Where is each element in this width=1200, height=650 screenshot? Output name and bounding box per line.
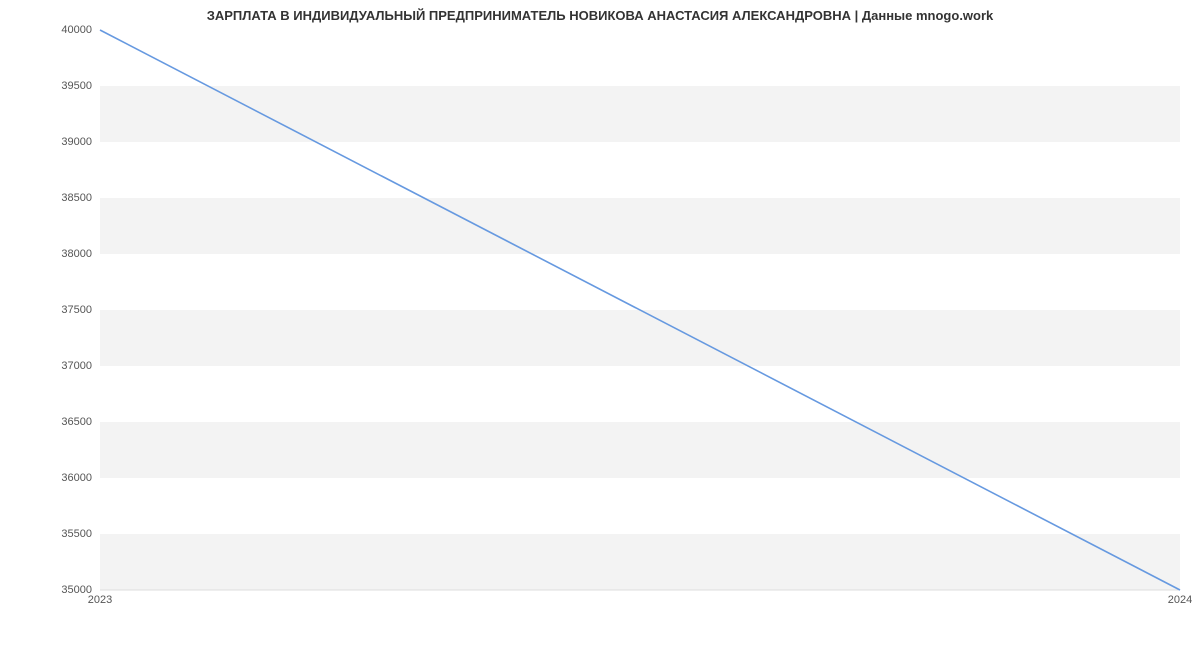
y-tick-label: 38000 bbox=[42, 248, 92, 260]
line-layer bbox=[100, 30, 1180, 590]
chart-title: ЗАРПЛАТА В ИНДИВИДУАЛЬНЫЙ ПРЕДПРИНИМАТЕЛ… bbox=[0, 8, 1200, 23]
y-tick-label: 35500 bbox=[42, 528, 92, 540]
y-tick-label: 38500 bbox=[42, 192, 92, 204]
y-tick-label: 37500 bbox=[42, 304, 92, 316]
y-tick-label: 39000 bbox=[42, 136, 92, 148]
y-tick-label: 36000 bbox=[42, 472, 92, 484]
chart-container: ЗАРПЛАТА В ИНДИВИДУАЛЬНЫЙ ПРЕДПРИНИМАТЕЛ… bbox=[0, 0, 1200, 650]
y-tick-label: 40000 bbox=[42, 24, 92, 36]
x-tick-label: 2024 bbox=[1168, 594, 1192, 606]
y-tick-label: 37000 bbox=[42, 360, 92, 372]
y-tick-label: 39500 bbox=[42, 80, 92, 92]
y-tick-label: 35000 bbox=[42, 584, 92, 596]
y-tick-label: 36500 bbox=[42, 416, 92, 428]
data-line bbox=[100, 30, 1180, 590]
x-tick-label: 2023 bbox=[88, 594, 112, 606]
